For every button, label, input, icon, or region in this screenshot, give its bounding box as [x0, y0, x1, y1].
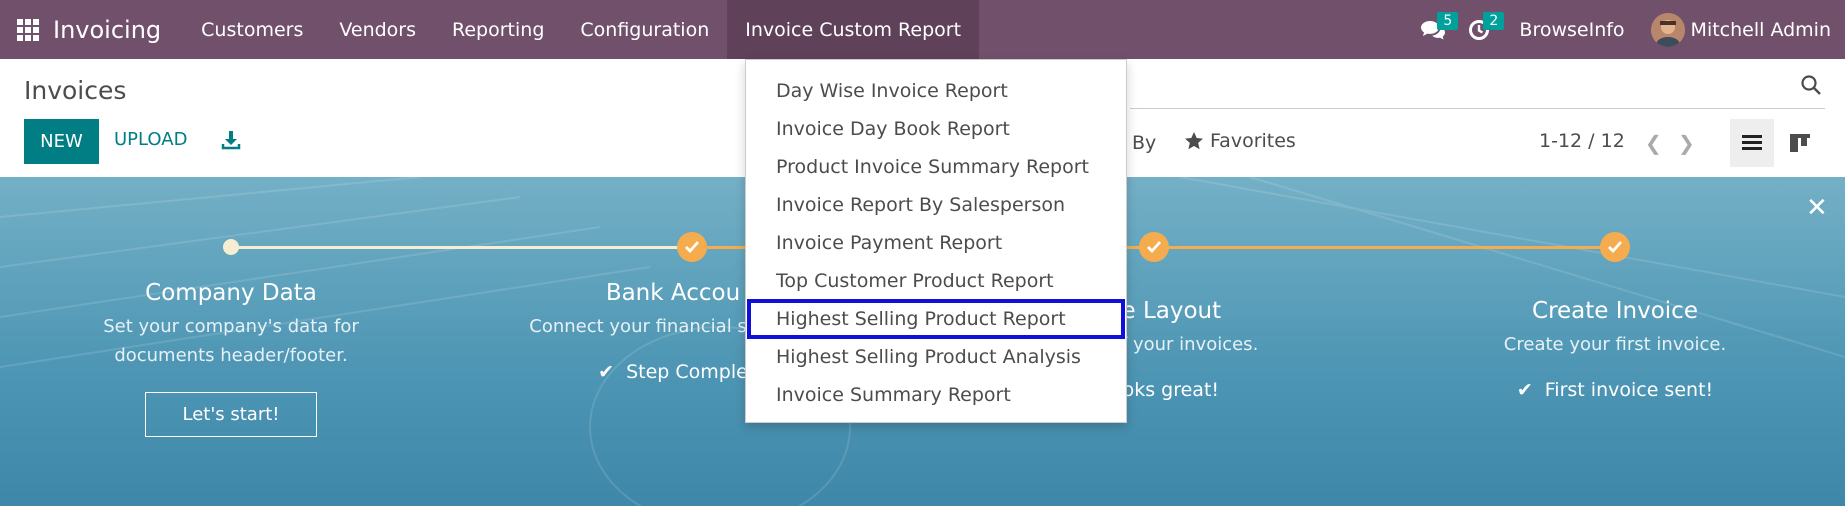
- group-by-toggle[interactable]: By: [1132, 132, 1156, 154]
- user-menu[interactable]: Mitchell Admin: [1691, 19, 1831, 41]
- close-banner-icon[interactable]: ✕: [1806, 193, 1828, 223]
- step-status: ✔ First invoice sent!: [1450, 379, 1780, 401]
- activities-count-badge: 2: [1483, 12, 1505, 30]
- step-create-invoice: Create Invoice Create your first invoice…: [1450, 298, 1780, 401]
- kanban-view-button[interactable]: [1780, 119, 1820, 167]
- messages-button[interactable]: 5: [1413, 0, 1459, 59]
- step-4-check-icon: [1600, 232, 1630, 262]
- favorites-toggle[interactable]: Favorites: [1184, 130, 1296, 152]
- dropdown-item-day-wise-invoice-report[interactable]: Day Wise Invoice Report: [746, 72, 1126, 110]
- step-status-label: First invoice sent!: [1544, 379, 1714, 401]
- company-switcher[interactable]: BrowseInfo: [1519, 19, 1624, 41]
- messages-count-badge: 5: [1437, 12, 1459, 30]
- search-icon[interactable]: [1800, 74, 1824, 98]
- page-title: Invoices: [24, 76, 127, 105]
- dropdown-item-highest-selling-product-analysis[interactable]: Highest Selling Product Analysis: [746, 338, 1126, 376]
- step-description: Create your first invoice.: [1503, 334, 1727, 355]
- dropdown-item-highest-selling-product-report[interactable]: Highest Selling Product Report: [747, 299, 1125, 339]
- avatar-image-icon: [1650, 12, 1685, 47]
- step-1-dot: [223, 239, 239, 255]
- menu-reporting[interactable]: Reporting: [434, 0, 562, 59]
- step-description: Set your company's data for documents he…: [103, 316, 359, 366]
- dropdown-item-invoice-report-by-salesperson[interactable]: Invoice Report By Salesperson: [746, 186, 1126, 224]
- dropdown-item-invoice-payment-report[interactable]: Invoice Payment Report: [746, 224, 1126, 262]
- step-company-data: Company Data Set your company's data for…: [66, 280, 396, 437]
- progress-line-1: [238, 246, 692, 249]
- app-name[interactable]: Invoicing: [53, 16, 161, 44]
- new-button[interactable]: NEW: [24, 119, 99, 164]
- pager-next-icon[interactable]: ❯: [1678, 131, 1695, 155]
- invoice-custom-report-dropdown: Day Wise Invoice Report Invoice Day Book…: [745, 59, 1127, 423]
- upload-button[interactable]: UPLOAD: [114, 129, 187, 150]
- pager-previous-icon[interactable]: ❮: [1645, 131, 1662, 155]
- dropdown-item-top-customer-product-report[interactable]: Top Customer Product Report: [746, 262, 1126, 300]
- step-status-label: ooks great!: [1110, 379, 1220, 401]
- menu-customers[interactable]: Customers: [183, 0, 321, 59]
- dropdown-item-invoice-summary-report[interactable]: Invoice Summary Report: [746, 376, 1126, 414]
- favorites-label: Favorites: [1210, 130, 1296, 152]
- list-icon: [1742, 135, 1762, 150]
- lets-start-button[interactable]: Let's start!: [145, 392, 317, 437]
- apps-grid-icon[interactable]: [17, 18, 39, 41]
- user-avatar[interactable]: [1650, 12, 1685, 47]
- step-3-check-icon: [1139, 232, 1169, 262]
- list-view-button[interactable]: [1730, 119, 1774, 167]
- progress-line-3: [1162, 246, 1610, 249]
- search-bar-underline: [1130, 108, 1825, 109]
- step-status-label: Step Comple: [626, 361, 748, 383]
- navbar-systray: 5 2 BrowseInfo Mitchell Admin: [1413, 0, 1845, 59]
- checkmark-icon: ✔: [598, 361, 615, 383]
- step-2-check-icon: [677, 232, 707, 262]
- pager-value[interactable]: 1-12 / 12: [1539, 130, 1625, 152]
- star-icon: [1185, 132, 1203, 150]
- dropdown-item-product-invoice-summary-report[interactable]: Product Invoice Summary Report: [746, 148, 1126, 186]
- download-icon[interactable]: [220, 129, 244, 153]
- dropdown-item-invoice-day-book-report[interactable]: Invoice Day Book Report: [746, 110, 1126, 148]
- step-title: Company Data: [145, 280, 317, 306]
- activities-button[interactable]: 2: [1459, 0, 1505, 59]
- menu-configuration[interactable]: Configuration: [562, 0, 727, 59]
- kanban-icon: [1790, 134, 1810, 152]
- menu-invoice-custom-report[interactable]: Invoice Custom Report: [727, 0, 980, 59]
- checkmark-icon: ✔: [1516, 379, 1533, 401]
- step-title: Create Invoice: [1532, 298, 1698, 324]
- top-navbar: Invoicing Customers Vendors Reporting Co…: [0, 0, 1845, 59]
- menu-vendors[interactable]: Vendors: [321, 0, 434, 59]
